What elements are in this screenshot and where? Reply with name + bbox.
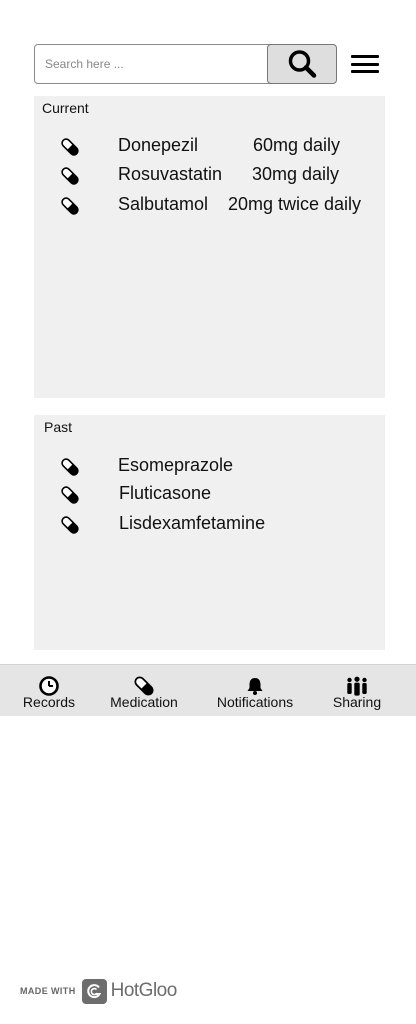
nav-label: Records <box>22 694 76 710</box>
nav-label: Medication <box>110 694 178 710</box>
pill-icon <box>61 486 79 504</box>
medication-name: Salbutamol <box>118 194 209 214</box>
made-with-label: MADE WITH <box>20 986 76 996</box>
pill-icon <box>61 458 79 476</box>
past-section-title: Past <box>44 419 73 435</box>
search-button[interactable] <box>267 44 337 84</box>
nav-item-records[interactable]: Records <box>14 665 84 717</box>
medication-name: Lisdexamfetamine <box>119 513 266 533</box>
nav-item-notifications[interactable]: Notifications <box>210 665 300 717</box>
made-with-hotgloo-badge: MADE WITH HotGloo <box>20 978 177 1004</box>
bottom-nav: Records Medication Notifications Sharing <box>0 664 416 716</box>
past-medications-panel: Past Esomeprazole Fluticasone Lisdexamfe… <box>34 415 385 650</box>
hotgloo-logo-icon <box>81 978 107 1004</box>
menu-icon <box>351 55 379 58</box>
medication-dose: 20mg twice daily <box>228 194 362 214</box>
medication-dose: 30mg daily <box>252 164 340 184</box>
medication-name: Fluticasone <box>119 483 212 503</box>
nav-label: Notifications <box>216 694 294 710</box>
current-medication-row[interactable]: Salbutamol 20mg twice daily <box>34 194 385 218</box>
nav-label: Sharing <box>332 694 382 710</box>
search-icon <box>288 50 317 78</box>
search-box <box>34 44 337 84</box>
current-medication-row[interactable]: Donepezil 60mg daily <box>34 135 385 159</box>
current-medication-row[interactable]: Rosuvastatin 30mg daily <box>34 164 385 188</box>
nav-item-medication[interactable]: Medication <box>104 665 184 717</box>
hamburger-menu-button[interactable] <box>350 52 380 76</box>
medication-dose: 60mg daily <box>253 135 341 155</box>
past-medication-row[interactable]: Esomeprazole <box>34 455 385 479</box>
pill-icon <box>61 167 79 185</box>
medication-name: Donepezil <box>118 135 199 155</box>
pill-icon <box>61 516 79 534</box>
past-medication-row[interactable]: Lisdexamfetamine <box>34 513 385 537</box>
current-section-title: Current <box>42 100 89 116</box>
past-medication-row[interactable]: Fluticasone <box>34 483 385 507</box>
medication-name: Esomeprazole <box>118 455 234 475</box>
current-medications-panel: Current Donepezil 60mg daily Rosuvastati… <box>34 96 385 398</box>
search-input[interactable] <box>35 45 267 83</box>
medication-name: Rosuvastatin <box>118 164 223 184</box>
pill-icon <box>61 197 79 215</box>
pill-icon <box>61 138 79 156</box>
hotgloo-brand-text: HotGloo <box>110 980 178 1001</box>
nav-item-sharing[interactable]: Sharing <box>326 665 388 717</box>
